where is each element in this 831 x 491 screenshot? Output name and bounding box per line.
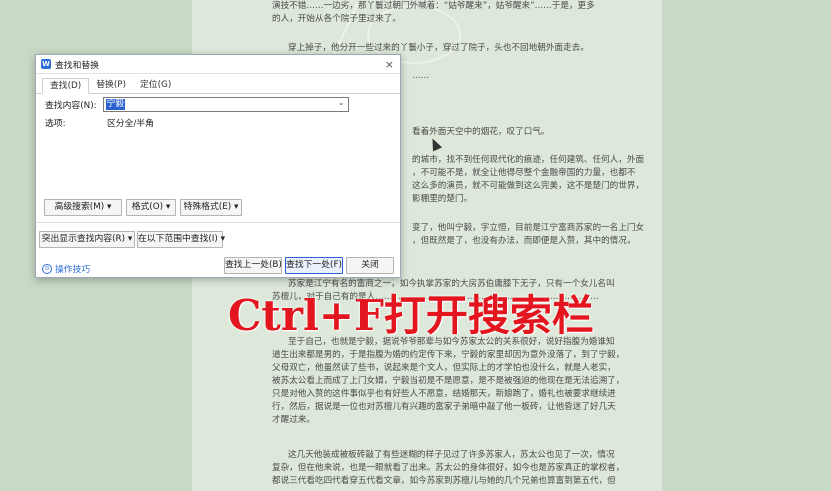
find-previous-button[interactable]: 查找上一处(B) [224, 257, 282, 274]
document-line: 行，然后，据说是一位也对苏檀儿有兴趣的富家子弟暗中敲了他一板砖，让他昏迷了好几天 [272, 402, 616, 412]
document-line: 复杂，但在他来说，也是一眼就看了出来。苏太公的身体很好，如今也是苏家真正的掌权者… [272, 463, 625, 473]
close-button[interactable]: 关闭 [346, 257, 394, 274]
document-line: 父母双亡，他虽然读了些书，说起来是个文人，但实际上的才学怕也没什么，就是人老实， [272, 363, 616, 373]
dialog-tabs: 查找(D) 替换(P) 定位(G) [36, 74, 400, 94]
document-line: 道生出来都是男的，于是指腹为婚的约定传下来，宁毅的家里却因为意外没落了，到了宁毅… [272, 350, 625, 360]
options-label: 选项: [45, 119, 66, 129]
highlight-all-button[interactable]: 突出显示查找内容(R) ▾ [39, 231, 135, 248]
divider [36, 222, 400, 223]
document-line: 演技不错……一边劣，那丫鬟过朝门外喊着：“姑爷醒来”，姑爷醒来”……于是，更多 [272, 1, 595, 11]
tab-replace[interactable]: 替换(P) [89, 78, 133, 93]
document-line: 只是对他入赘的这件事似乎也有好些人不愿意，结婚那天，新娘跑了，婚礼也被要求继续进 [272, 389, 616, 399]
overlay-caption: Ctrl+F打开搜索栏 [228, 291, 594, 340]
find-in-button[interactable]: 在以下范围中查找(I) ▾ [137, 231, 225, 248]
tips-icon: ⊙ [42, 263, 52, 274]
special-format-button[interactable]: 特殊格式(E) ▾ [180, 199, 242, 216]
tab-goto[interactable]: 定位(G) [133, 78, 178, 93]
find-input[interactable]: 宁毅 ⌄ [102, 97, 349, 112]
tab-find[interactable]: 查找(D) [42, 78, 90, 94]
document-line: 的人，开始从各个院子里过来了。 [272, 14, 401, 24]
advanced-search-button[interactable]: 高级搜索(M) ▾ [44, 199, 122, 216]
find-input-value: 宁毅 [105, 99, 126, 110]
dialog-title: 查找和替换 [55, 60, 99, 71]
document-line: 被苏太公看上而成了上门女婿，宁毅当初是不是愿意，是不是被强迫的他现在是无法追溯了… [272, 376, 625, 386]
find-next-button[interactable]: 查找下一处(F) [285, 257, 343, 274]
dialog-titlebar[interactable]: W 查找和替换 × [36, 55, 400, 74]
tips-link[interactable]: ⊙ 操作技巧 [42, 262, 90, 275]
chevron-down-icon[interactable]: ⌄ [338, 98, 345, 107]
find-row: 查找内容(N): 宁毅 ⌄ [45, 97, 349, 112]
document-line: 这几天他装成被板砖敲了有些迷糊的样子见过了许多苏家人，苏太公也见了一次，情况 [288, 450, 615, 460]
document-line: 才醒过来。 [272, 415, 315, 425]
wps-app-icon: W [41, 59, 51, 69]
document-line: 都说三代看吃四代看穿五代看文章，如今苏家到苏檀儿与她的几个兄弟也算富到第五代，但 [272, 476, 616, 486]
tips-label: 操作技巧 [55, 265, 91, 275]
options-row: 选项: 区分全/半角 [45, 116, 154, 129]
find-label: 查找内容(N): [45, 101, 97, 111]
close-icon[interactable]: × [385, 58, 394, 71]
find-replace-dialog: W 查找和替换 × 查找(D) 替换(P) 定位(G) 查找内容(N): 宁毅 … [35, 54, 401, 278]
format-button[interactable]: 格式(O) ▾ [126, 199, 176, 216]
options-value: 区分全/半角 [107, 119, 154, 129]
